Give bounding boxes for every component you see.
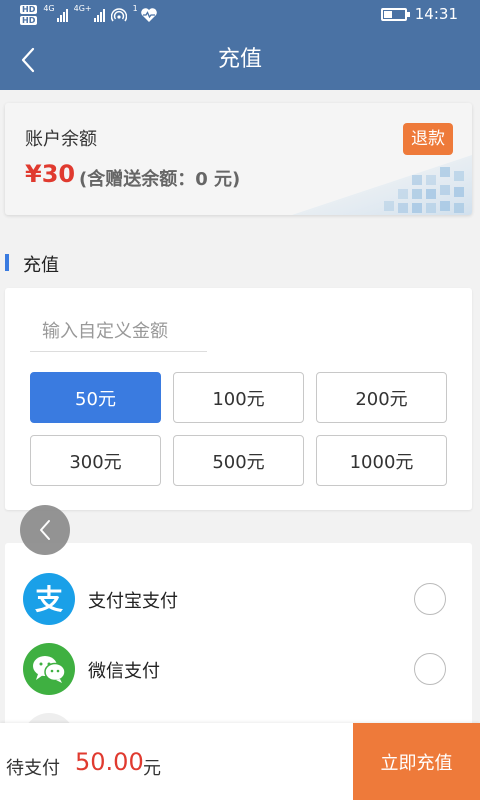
refund-button[interactable]: 退款 — [403, 123, 453, 155]
status-bar-left: HD HD 4G 4G+ 1 — [20, 4, 158, 26]
amount-option[interactable]: 1000元 — [316, 435, 447, 486]
signal-icon — [56, 8, 68, 22]
payment-radio[interactable] — [414, 653, 446, 685]
chevron-left-icon — [21, 47, 35, 73]
network-type-label: 4G — [43, 4, 55, 13]
battery-icon — [380, 7, 410, 21]
amount-option[interactable]: 200元 — [316, 372, 447, 423]
alipay-glyph: 支 — [35, 583, 63, 616]
clock: 14:31 — [414, 5, 458, 23]
signal-icon — [93, 8, 105, 22]
alipay-icon: 支 — [23, 573, 75, 625]
section-marker — [5, 254, 9, 271]
custom-amount-input[interactable] — [30, 312, 207, 352]
payment-method-label: 支付宝支付 — [88, 591, 178, 612]
amount-option[interactable]: 100元 — [173, 372, 304, 423]
chevron-left-icon — [40, 520, 50, 540]
recharge-card: 50元 100元 200元 300元 500元 1000元 — [5, 288, 472, 510]
pending-unit: 元 — [143, 758, 161, 779]
back-button[interactable] — [8, 40, 48, 80]
section-title: 充值 — [23, 255, 59, 276]
floating-back-button[interactable] — [20, 505, 70, 555]
decorative-pattern — [292, 155, 472, 215]
payment-method-wechat[interactable]: 微信支付 — [5, 639, 472, 699]
wechat-icon — [23, 643, 75, 695]
recharge-now-button[interactable]: 立即充值 — [353, 723, 480, 800]
amount-option[interactable]: 500元 — [173, 435, 304, 486]
recharge-section-header: 充值 — [0, 248, 480, 278]
hotspot-count: 1 — [132, 4, 138, 13]
amount-option[interactable]: 300元 — [30, 435, 161, 486]
payment-methods-card: 支 支付宝支付 微信支付 — [5, 543, 472, 743]
gift-balance-note: (含赠送余额：0 元) — [79, 169, 241, 190]
network-type-label: 4G+ — [73, 4, 92, 13]
hd-badge: HD — [20, 16, 38, 25]
hotspot-icon — [110, 8, 127, 22]
checkout-bar: 待支付 50.00 元 立即充值 — [0, 723, 480, 800]
payment-method-alipay[interactable]: 支 支付宝支付 — [5, 569, 472, 629]
pending-amount: 50.00 — [75, 748, 144, 776]
balance-label: 账户余额 — [25, 129, 97, 150]
wechat-glyph — [33, 656, 66, 683]
svg-text:支: 支 — [35, 583, 63, 616]
page-title: 充值 — [217, 47, 262, 72]
pending-label: 待支付 — [6, 758, 60, 779]
navigation-bar: 充值 — [0, 30, 480, 90]
payment-radio[interactable] — [414, 583, 446, 615]
amount-options: 50元 100元 200元 300元 500元 1000元 — [30, 372, 448, 486]
status-bar: HD HD 4G 4G+ 1 14:31 — [0, 0, 480, 30]
balance-amount: ¥30 — [25, 160, 76, 188]
hd-badges: HD HD — [20, 4, 38, 26]
amount-option[interactable]: 50元 — [30, 372, 161, 423]
heart-pulse-icon — [140, 8, 157, 22]
balance-card: 账户余额 ¥30 (含赠送余额：0 元) 退款 — [5, 103, 472, 215]
status-bar-right: 14:31 — [380, 5, 458, 23]
hd-badge: HD — [20, 5, 38, 14]
payment-method-label: 微信支付 — [88, 661, 160, 682]
